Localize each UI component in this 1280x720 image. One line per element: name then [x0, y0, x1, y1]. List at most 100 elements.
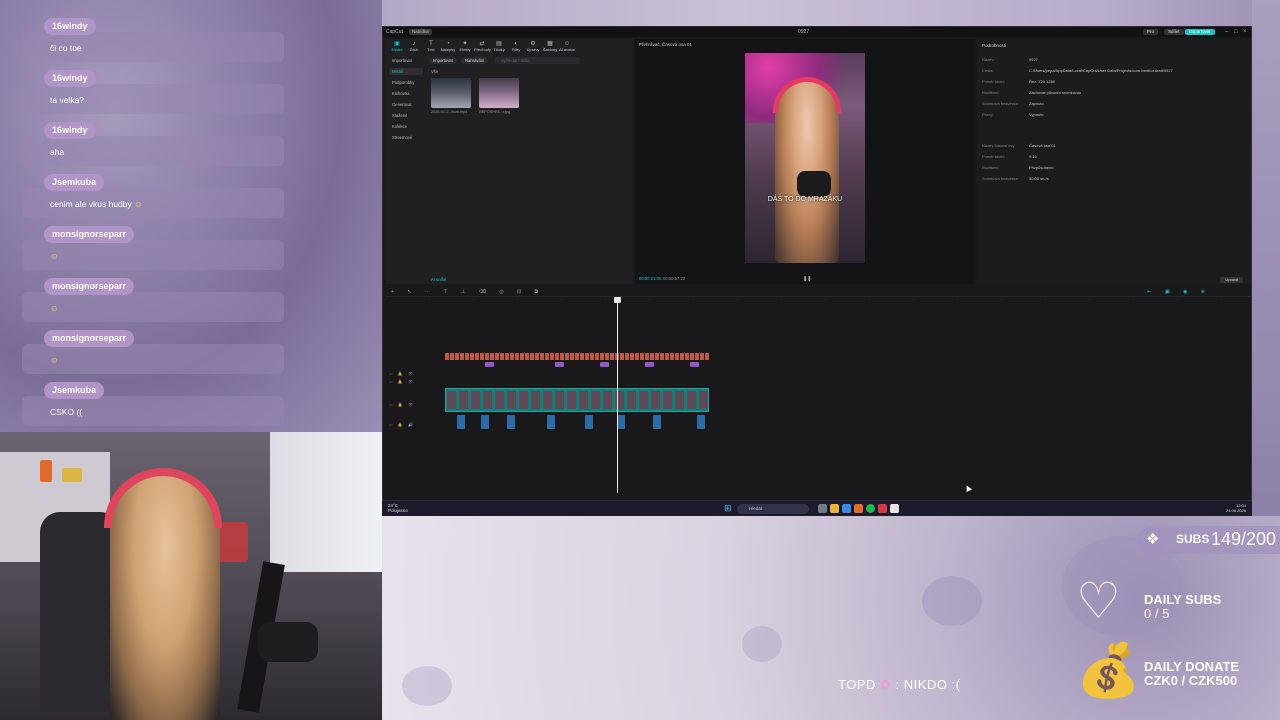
effect-clip[interactable] — [690, 362, 699, 367]
share-button[interactable]: Sdílet — [1164, 29, 1184, 35]
subtitle-clip[interactable] — [555, 353, 559, 360]
menu-button[interactable]: Nabídka — [409, 29, 432, 35]
audio-clip[interactable] — [481, 415, 489, 429]
media-sidebar-item[interactable]: Importovat — [389, 57, 423, 64]
subtitle-clip[interactable] — [680, 353, 684, 360]
audio-clip[interactable] — [617, 415, 625, 429]
subtitle-clip[interactable] — [485, 353, 489, 360]
browser-icon[interactable] — [842, 504, 851, 513]
subtitle-clip[interactable] — [650, 353, 654, 360]
audio-clip[interactable] — [697, 415, 705, 429]
audio-clip[interactable] — [507, 415, 515, 429]
subtitle-clip[interactable] — [585, 353, 589, 360]
tool-8[interactable]: ◐ Filtry — [508, 41, 524, 53]
subtitle-clip[interactable] — [535, 353, 539, 360]
subtitle-clip[interactable] — [545, 353, 549, 360]
chat-username[interactable]: 16windy — [44, 70, 96, 87]
obs-icon[interactable] — [878, 504, 887, 513]
subtitle-clip[interactable] — [655, 353, 659, 360]
pause-icon[interactable]: ❚❚ — [803, 276, 811, 282]
subtitle-clip[interactable] — [625, 353, 629, 360]
tool-9[interactable]: ⚙ Úpravy — [525, 41, 541, 53]
media-sidebar-item[interactable]: Streemové — [389, 134, 423, 141]
chat-username[interactable]: Jsemkuba — [44, 382, 105, 399]
track-controls[interactable]: ▭ 🔒 👁 — [389, 402, 415, 407]
subtitle-clip[interactable] — [570, 353, 574, 360]
tool-7[interactable]: ▤ Titulky — [491, 41, 507, 53]
audio-clip[interactable] — [585, 415, 593, 429]
chat-username[interactable]: monsignorseparr — [44, 330, 135, 347]
subtitle-clip[interactable] — [515, 353, 519, 360]
import-chip[interactable]: Importovat — [429, 57, 457, 64]
subtitle-clip[interactable] — [550, 353, 554, 360]
chat-username[interactable]: 16windy — [44, 122, 96, 139]
subtitle-clip[interactable] — [505, 353, 509, 360]
subtitle-clip[interactable] — [475, 353, 479, 360]
tool-1[interactable]: ▣ Média — [389, 41, 405, 53]
subtitle-clip[interactable] — [660, 353, 664, 360]
modify-button[interactable]: Upravit — [1220, 277, 1243, 283]
audio-clip[interactable] — [653, 415, 661, 429]
subtitle-clip[interactable] — [560, 353, 564, 360]
effect-clip[interactable] — [600, 362, 609, 367]
taskbar-search-input[interactable]: Hledat — [737, 504, 809, 514]
windows-start-icon[interactable]: ⊞ — [724, 504, 733, 513]
media-sidebar-item[interactable]: Místní — [389, 68, 423, 75]
subtitle-clip[interactable] — [445, 353, 449, 360]
maximize-icon[interactable]: □ — [1234, 27, 1238, 37]
subtitle-clip[interactable] — [455, 353, 459, 360]
close-icon[interactable]: × — [1243, 27, 1247, 37]
subtitle-clip[interactable] — [675, 353, 679, 360]
capcut-taskbar-icon[interactable] — [890, 504, 899, 513]
subtitle-clip[interactable] — [470, 353, 474, 360]
track-controls[interactable]: ▭ 🔒 👁 — [389, 379, 415, 384]
subtitle-clip[interactable] — [575, 353, 579, 360]
tool-10[interactable]: ▦ Šablony — [542, 41, 558, 53]
subtitle-clip[interactable] — [700, 353, 704, 360]
subtitle-clip[interactable] — [480, 353, 484, 360]
media-search-input[interactable]: Vyhledat média — [495, 57, 580, 64]
subtitle-clip[interactable] — [450, 353, 454, 360]
timeline-snap-icon[interactable]: ⇤ ▣ ◉ ⊕ — [1147, 289, 1211, 295]
subtitle-clip[interactable] — [610, 353, 614, 360]
weather-widget[interactable]: 24°C Polojasno — [388, 503, 408, 513]
media-thumbnail[interactable] — [479, 78, 519, 108]
media-thumbnail[interactable] — [431, 78, 471, 108]
effect-clip[interactable] — [485, 362, 494, 367]
chat-username[interactable]: Jsemkuba — [44, 174, 105, 191]
subtitle-clip[interactable] — [665, 353, 669, 360]
subtitle-clip[interactable] — [690, 353, 694, 360]
subtitle-clip[interactable] — [630, 353, 634, 360]
tool-5[interactable]: ✦ Efekty — [457, 41, 473, 53]
task-view-icon[interactable] — [818, 504, 827, 513]
subtitle-clip[interactable] — [520, 353, 524, 360]
subtitle-clip[interactable] — [510, 353, 514, 360]
spotify-icon[interactable] — [866, 504, 875, 513]
tool-11[interactable]: ☺ AI avatar — [559, 41, 575, 53]
tool-6[interactable]: ⇄ Přechody — [474, 41, 491, 53]
media-sidebar-item[interactable]: Stažené — [389, 112, 423, 119]
pro-button[interactable]: Pro — [1143, 29, 1159, 35]
subtitle-clip[interactable] — [590, 353, 594, 360]
capcut-window[interactable]: CapCut Nabídka 0927 Pro Sdílet Exportova… — [382, 26, 1252, 516]
export-button[interactable]: Exportovat — [1185, 29, 1215, 35]
subtitle-clip[interactable] — [685, 353, 689, 360]
timeline-panel[interactable]: + ↖ ⋯ ⊤ ⊥ ⌫ ◎ ⊡ ⧉ ⇤ ▣ ◉ ⊕ · · · · · · · · · · · · · ·… — [385, 287, 1251, 495]
subtitle-clip[interactable] — [460, 353, 464, 360]
tool-3[interactable]: T Text — [423, 41, 439, 53]
subtitle-clip[interactable] — [530, 353, 534, 360]
audio-clip[interactable] — [547, 415, 555, 429]
subtitle-clip[interactable] — [565, 353, 569, 360]
file-explorer-icon[interactable] — [830, 504, 839, 513]
subtitle-clip[interactable] — [500, 353, 504, 360]
subtitle-clip[interactable] — [465, 353, 469, 360]
subtitle-clip[interactable] — [605, 353, 609, 360]
media-sidebar-item[interactable]: Generovat — [389, 101, 423, 108]
subtitle-clip[interactable] — [580, 353, 584, 360]
tool-4[interactable]: ◔ Nálepky — [440, 41, 456, 53]
subtitle-clip[interactable] — [705, 353, 709, 360]
system-clock[interactable]: 12:04 24.06.2026 — [1226, 503, 1246, 513]
audio-clip[interactable] — [457, 415, 465, 429]
subtitle-clip[interactable] — [600, 353, 604, 360]
subtitle-clip[interactable] — [635, 353, 639, 360]
